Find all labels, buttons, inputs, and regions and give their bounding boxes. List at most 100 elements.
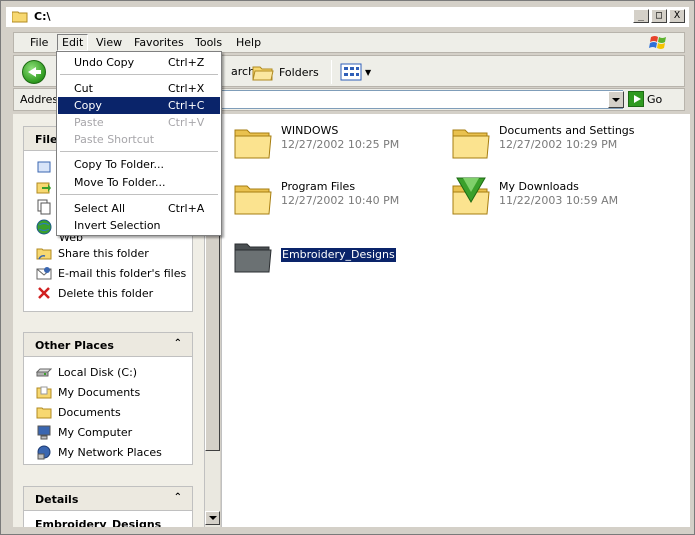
menu-item-paste[interactable]: Paste Ctrl+V: [58, 114, 220, 131]
place-documents[interactable]: Documents: [24, 402, 192, 422]
task-email-files[interactable]: E-mail this folder's files: [24, 263, 192, 283]
other-places-header[interactable]: Other Places ⌃: [24, 333, 192, 357]
go-button[interactable]: Go: [628, 91, 662, 107]
folder-item[interactable]: My Downloads 11/22/2003 10:59 AM: [451, 176, 618, 216]
folder-item[interactable]: WINDOWS 12/27/2002 10:25 PM: [233, 124, 399, 160]
folder-item[interactable]: Program Files 12/27/2002 10:40 PM: [233, 180, 399, 216]
select-all-shortcut: Ctrl+A: [168, 202, 205, 215]
folder-item-selected[interactable]: Embroidery_Designs: [233, 238, 396, 274]
paste-shortcut: Ctrl+V: [168, 116, 205, 129]
copy-shortcut: Ctrl+C: [168, 99, 205, 112]
menu-view[interactable]: View: [96, 36, 122, 49]
menu-item-invert-selection[interactable]: Invert Selection: [58, 217, 220, 234]
folder-item[interactable]: Documents and Settings 12/27/2002 10:29 …: [451, 124, 635, 160]
folder-icon: [234, 243, 272, 273]
window-title: C:\: [34, 10, 51, 23]
address-dropdown-button[interactable]: [608, 91, 624, 108]
folders-label: Folders: [279, 65, 319, 79]
menu-item-undo[interactable]: Undo Copy Ctrl+Z: [58, 54, 220, 71]
menu-item-paste-shortcut[interactable]: Paste Shortcut: [58, 131, 220, 148]
documents-label: Documents: [58, 405, 121, 419]
delete-folder-label: Delete this folder: [58, 286, 154, 300]
collapse-chevron-icon[interactable]: ⌃: [174, 338, 182, 349]
email-files-label: E-mail this folder's files: [58, 266, 187, 280]
views-icon: [340, 63, 362, 81]
undo-label: Undo Copy: [74, 56, 135, 69]
details-header[interactable]: Details ⌃: [24, 487, 192, 511]
menu-edit[interactable]: Edit: [57, 34, 89, 51]
share-folder-icon: [36, 248, 52, 260]
back-button[interactable]: [22, 60, 46, 84]
place-local-disk[interactable]: Local Disk (C:): [24, 362, 192, 382]
edit-menu-dropdown: Undo Copy Ctrl+Z Cut Ctrl+X Copy Ctrl+C …: [56, 51, 222, 236]
menu-item-copy-to-folder[interactable]: Copy To Folder...: [58, 156, 220, 173]
folder-icon: [12, 11, 28, 23]
file-name: My Downloads: [499, 180, 579, 193]
menu-favorites[interactable]: Favorites: [134, 36, 184, 49]
rename-icon: [37, 161, 51, 173]
computer-icon: [37, 425, 51, 440]
menu-help[interactable]: Help: [236, 36, 261, 49]
folder-icon: [452, 129, 490, 159]
task-delete-folder[interactable]: Delete this folder: [24, 283, 192, 303]
menu-bar: File Edit View Favorites Tools Help: [13, 32, 685, 53]
address-input[interactable]: [219, 90, 623, 109]
menu-separator: [60, 151, 218, 152]
paste-label: Paste: [74, 116, 104, 129]
menu-separator: [60, 74, 218, 75]
folder-icon: [36, 407, 52, 419]
details-panel: Details ⌃ Embroidery_Designs: [23, 486, 193, 527]
details-name: Embroidery_Designs: [35, 518, 162, 527]
menu-item-select-all[interactable]: Select All Ctrl+A: [58, 200, 220, 217]
delete-x-icon: [38, 287, 50, 299]
folder-icon: [234, 185, 272, 215]
window-controls: _ □ X: [633, 9, 685, 23]
network-places-label: My Network Places: [58, 445, 162, 459]
menu-item-cut[interactable]: Cut Ctrl+X: [58, 80, 220, 97]
menu-tools[interactable]: Tools: [195, 36, 222, 49]
collapse-chevron-icon[interactable]: ⌃: [174, 492, 182, 503]
move-icon: [36, 182, 51, 194]
minimize-button[interactable]: _: [633, 9, 649, 23]
explorer-window: C:\ _ □ X File Edit View Favorites Tools…: [0, 0, 695, 535]
my-documents-label: My Documents: [58, 385, 141, 399]
move-to-folder-label: Move To Folder...: [74, 176, 166, 189]
place-my-computer[interactable]: My Computer: [24, 422, 192, 442]
maximize-button[interactable]: □: [651, 9, 667, 23]
my-computer-label: My Computer: [58, 425, 133, 439]
file-tasks-title: File: [35, 133, 58, 146]
menu-file[interactable]: File: [30, 36, 48, 49]
place-my-documents[interactable]: My Documents: [24, 382, 192, 402]
invert-selection-label: Invert Selection: [74, 219, 161, 232]
file-name: WINDOWS: [281, 124, 339, 137]
views-button[interactable]: ▼: [340, 62, 376, 82]
cut-shortcut: Ctrl+X: [168, 82, 205, 95]
go-arrow-icon: [628, 91, 644, 107]
downloads-folder-icon: [452, 177, 490, 215]
folder-icon: [234, 129, 272, 159]
file-name: Documents and Settings: [499, 124, 635, 137]
menu-item-copy[interactable]: Copy Ctrl+C: [58, 97, 220, 114]
select-all-label: Select All: [74, 202, 126, 215]
task-share-folder[interactable]: Share this folder: [24, 243, 192, 263]
other-places-title: Other Places: [35, 339, 114, 352]
scroll-down-button[interactable]: [205, 511, 220, 525]
toolbar-separator: [331, 60, 332, 84]
hard-drive-icon: [36, 368, 52, 377]
close-button[interactable]: X: [669, 9, 685, 23]
menu-item-move-to-folder[interactable]: Move To Folder...: [58, 174, 220, 191]
go-label: Go: [647, 92, 663, 106]
file-date: 11/22/2003 10:59 AM: [499, 194, 619, 207]
place-network[interactable]: My Network Places: [24, 442, 192, 462]
file-date: 12/27/2002 10:40 PM: [281, 194, 400, 207]
title-bar[interactable]: C:\ _ □ X: [6, 7, 689, 27]
details-title: Details: [35, 493, 79, 506]
other-places-panel: Other Places ⌃ Local Disk (C:) My Docume…: [23, 332, 193, 465]
file-date: 12/27/2002 10:29 PM: [499, 138, 618, 151]
folders-button[interactable]: Folders: [252, 62, 319, 82]
file-date: 12/27/2002 10:25 PM: [281, 138, 400, 151]
undo-shortcut: Ctrl+Z: [168, 56, 205, 69]
file-name: Program Files: [281, 180, 356, 193]
chevron-down-icon: ▼: [365, 67, 372, 77]
folders-icon: [252, 66, 274, 81]
